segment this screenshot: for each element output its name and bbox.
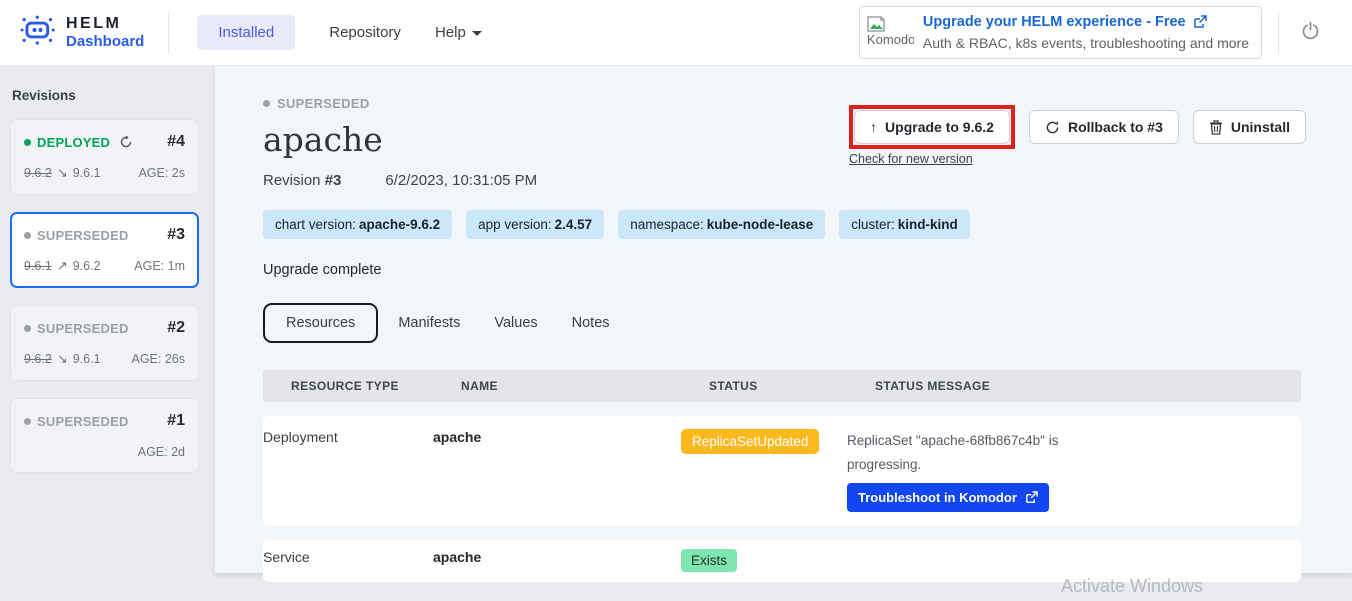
refresh-icon	[119, 135, 133, 149]
resource-type-cell: Deployment	[263, 429, 433, 445]
revision-number: #1	[167, 412, 185, 430]
red-highlight-annotation: ↑ Upgrade to 9.6.2	[849, 105, 1015, 149]
banner-image-alt-text: Komodor	[867, 32, 914, 49]
table-row: Deployment apache ReplicaSetUpdated Repl…	[263, 416, 1301, 526]
resource-name-cell: apache	[433, 429, 681, 445]
arrow-up-icon: ↑	[870, 119, 877, 135]
old-version: 9.6.2	[24, 352, 52, 366]
activate-windows-watermark: Activate Windows	[1061, 576, 1203, 597]
chart-version-badge: chart version:apache-9.6.2	[263, 210, 452, 239]
rollback-button[interactable]: Rollback to #3	[1029, 110, 1179, 144]
revision-card-1[interactable]: SUPERSEDED #1 AGE: 2d	[10, 398, 199, 473]
col-status: STATUS	[709, 379, 875, 393]
version-down-arrow-icon: ↘	[57, 165, 68, 181]
revision-status: DEPLOYED	[37, 135, 110, 150]
trash-icon	[1209, 120, 1223, 135]
top-header: HELM Dashboard Installed Repository Help…	[0, 0, 1352, 66]
revision-age: AGE: 2s	[138, 166, 185, 180]
rollback-icon	[1045, 120, 1060, 135]
old-version: 9.6.1	[24, 259, 52, 273]
status-dot	[24, 139, 31, 146]
tab-notes[interactable]: Notes	[572, 305, 610, 341]
new-version: 9.6.2	[73, 259, 101, 273]
col-name: NAME	[461, 379, 709, 393]
broken-image-icon: Komodor	[867, 16, 914, 49]
logo-subtitle: Dashboard	[66, 33, 144, 50]
external-link-icon	[1025, 491, 1038, 504]
old-version: 9.6.2	[24, 166, 52, 180]
new-version: 9.6.1	[73, 352, 101, 366]
banner-subtitle: Auth & RBAC, k8s events, troubleshooting…	[923, 33, 1249, 53]
new-version: 9.6.1	[73, 166, 101, 180]
resource-name-cell: apache	[433, 549, 681, 565]
revision-number: #3	[325, 172, 342, 189]
revision-number: #4	[167, 133, 185, 151]
namespace-badge: namespace:kube-node-lease	[618, 210, 825, 239]
revision-card-3[interactable]: SUPERSEDED #3 9.6.1 ↗ 9.6.2 AGE: 1m	[10, 212, 199, 288]
release-status-label: SUPERSEDED	[277, 96, 370, 111]
release-meta-badges: chart version:apache-9.6.2 app version:2…	[263, 210, 1306, 239]
header-divider	[168, 12, 169, 54]
tab-manifests[interactable]: Manifests	[398, 305, 460, 341]
resources-table: RESOURCE TYPE NAME STATUS STATUS MESSAGE…	[263, 370, 1301, 582]
revision-status: SUPERSEDED	[37, 321, 129, 336]
release-actions: ↑ Upgrade to 9.6.2 Check for new version…	[849, 105, 1306, 166]
status-dot	[24, 418, 31, 425]
nav-installed[interactable]: Installed	[197, 15, 295, 50]
revision-date: 6/2/2023, 10:31:05 PM	[385, 172, 537, 189]
header-divider-2	[1278, 12, 1279, 54]
release-detail-panel: SUPERSEDED apache Revision #3 6/2/2023, …	[215, 66, 1352, 573]
app-version-badge: app version:2.4.57	[466, 210, 604, 239]
troubleshoot-komodor-button[interactable]: Troubleshoot in Komodor	[847, 483, 1049, 512]
revision-card-2[interactable]: SUPERSEDED #2 9.6.2 ↘ 9.6.1 AGE: 26s	[10, 305, 199, 381]
revision-label: Revision #3	[263, 172, 341, 189]
external-link-icon	[1193, 15, 1207, 29]
logo-title: HELM	[66, 15, 144, 33]
status-badge: ReplicaSetUpdated	[681, 429, 819, 454]
nav-help[interactable]: Help	[435, 24, 482, 41]
nav-repository[interactable]: Repository	[329, 24, 401, 41]
helm-dashboard-logo[interactable]: HELM Dashboard	[20, 14, 144, 51]
release-status-text: Upgrade complete	[263, 262, 1306, 278]
status-message: ReplicaSet "apache-68fb867c4b" is progre…	[847, 429, 1065, 476]
upgrade-button[interactable]: ↑ Upgrade to 9.6.2	[854, 110, 1010, 144]
revision-age: AGE: 2d	[138, 445, 185, 459]
status-dot	[263, 100, 270, 107]
banner-title: Upgrade your HELM experience - Free	[923, 12, 1186, 33]
shutdown-button[interactable]	[1295, 15, 1326, 51]
col-resource-type: RESOURCE TYPE	[291, 379, 461, 393]
cluster-badge: cluster:kind-kind	[839, 210, 970, 239]
revision-number: #2	[167, 319, 185, 337]
col-status-message: STATUS MESSAGE	[875, 379, 1301, 393]
status-dot	[24, 325, 31, 332]
resource-type-cell: Service	[263, 549, 433, 565]
revision-status: SUPERSEDED	[37, 414, 129, 429]
revision-age: AGE: 1m	[134, 259, 185, 273]
status-dot	[24, 232, 31, 239]
detail-tabs: Resources Manifests Values Notes	[263, 303, 1306, 343]
chevron-down-icon	[472, 31, 482, 36]
main-nav: Installed Repository Help	[197, 15, 481, 50]
status-badge: Exists	[681, 549, 737, 572]
revision-status: SUPERSEDED	[37, 228, 129, 243]
komodor-upgrade-banner[interactable]: Komodor Upgrade your HELM experience - F…	[859, 6, 1262, 59]
version-up-arrow-icon: ↗	[57, 258, 68, 274]
uninstall-button[interactable]: Uninstall	[1193, 110, 1306, 144]
check-new-version-link[interactable]: Check for new version	[849, 152, 1015, 166]
revision-card-4[interactable]: DEPLOYED #4 9.6.2 ↘ 9.6.1 AGE: 2s	[10, 119, 199, 195]
revisions-title: Revisions	[12, 88, 199, 103]
tab-resources[interactable]: Resources	[263, 303, 378, 343]
revision-age: AGE: 26s	[132, 352, 186, 366]
table-header: RESOURCE TYPE NAME STATUS STATUS MESSAGE	[263, 370, 1301, 402]
revisions-sidebar: Revisions DEPLOYED #4 9.6.2 ↘ 9.6.1 AGE:…	[0, 66, 215, 601]
power-icon	[1301, 21, 1320, 40]
revision-number: #3	[167, 226, 185, 244]
tab-values[interactable]: Values	[494, 305, 537, 341]
version-down-arrow-icon: ↘	[57, 351, 68, 367]
helm-logo-icon	[20, 14, 56, 51]
